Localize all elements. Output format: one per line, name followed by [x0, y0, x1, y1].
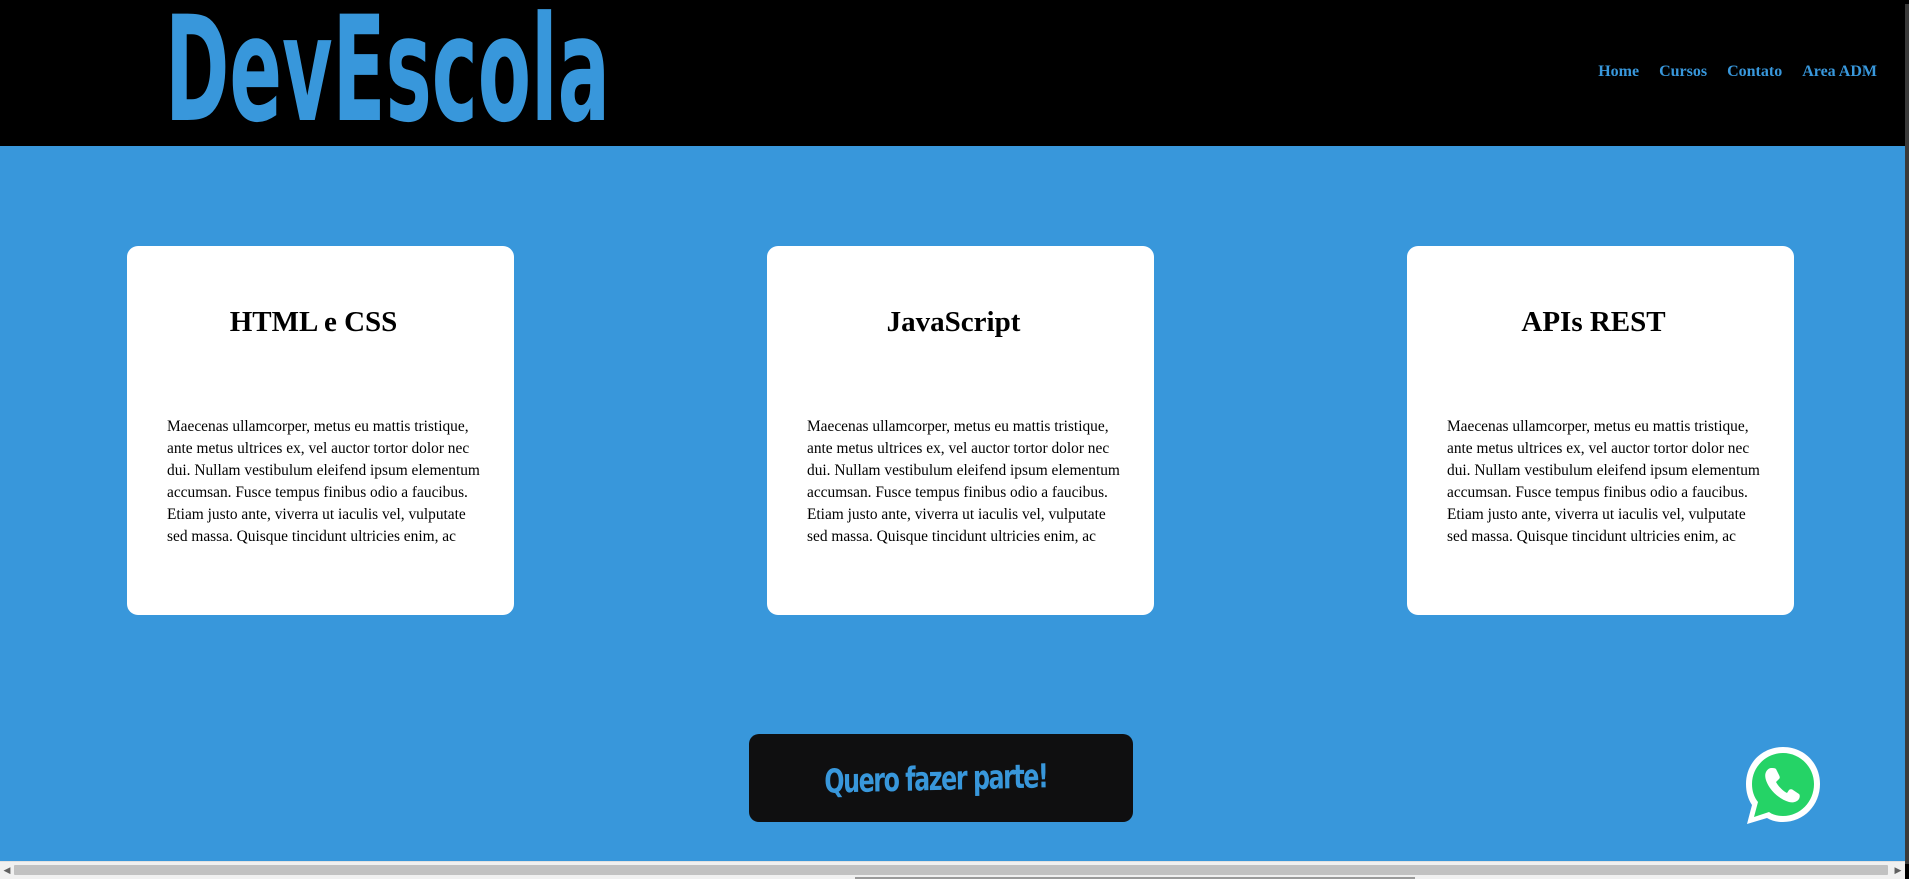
horizontal-scrollbar[interactable]: ◀ ▶: [0, 861, 1905, 879]
logo-text: DevEscola: [165, 0, 610, 130]
vertical-scrollbar[interactable]: [1905, 0, 1909, 879]
join-button[interactable]: Quero fazer parte!: [749, 734, 1133, 822]
course-card-javascript: JavaScript Maecenas ullamcorper, metus e…: [767, 246, 1154, 615]
course-card-title: JavaScript: [886, 306, 1021, 338]
site-header: DevEscola Home Cursos Contato Area ADM: [0, 0, 1905, 146]
join-button-label: Quero fazer parte!: [824, 755, 1048, 801]
nav-link-home[interactable]: Home: [1598, 63, 1639, 81]
page: DevEscola Home Cursos Contato Area ADM H…: [0, 0, 1905, 879]
nav-link-cursos[interactable]: Cursos: [1659, 63, 1707, 81]
horizontal-scrollbar-thumb[interactable]: [14, 865, 1888, 875]
whatsapp-button[interactable]: [1742, 744, 1824, 828]
scroll-left-arrow-icon[interactable]: ◀: [0, 862, 14, 879]
course-card-apis-rest: APIs REST Maecenas ullamcorper, metus eu…: [1407, 246, 1794, 615]
course-card-description: Maecenas ullamcorper, metus eu mattis tr…: [1447, 418, 1760, 545]
whatsapp-icon: [1746, 747, 1820, 824]
vertical-scrollbar-thumb[interactable]: [1905, 4, 1909, 864]
nav-link-contato[interactable]: Contato: [1727, 63, 1782, 81]
logo-wordmark: DevEscola: [165, 0, 610, 130]
course-card-title: APIs REST: [1521, 306, 1666, 338]
scroll-right-arrow-icon[interactable]: ▶: [1891, 862, 1905, 879]
course-card-description: Maecenas ullamcorper, metus eu mattis tr…: [167, 418, 480, 545]
nav-link-area-adm[interactable]: Area ADM: [1802, 63, 1877, 81]
logo[interactable]: DevEscola: [165, 0, 615, 130]
course-card-description: Maecenas ullamcorper, metus eu mattis tr…: [807, 418, 1120, 545]
course-card-title: HTML e CSS: [229, 306, 398, 338]
main-nav: Home Cursos Contato Area ADM: [1598, 63, 1877, 81]
course-card-html-css: HTML e CSS Maecenas ullamcorper, metus e…: [127, 246, 514, 615]
